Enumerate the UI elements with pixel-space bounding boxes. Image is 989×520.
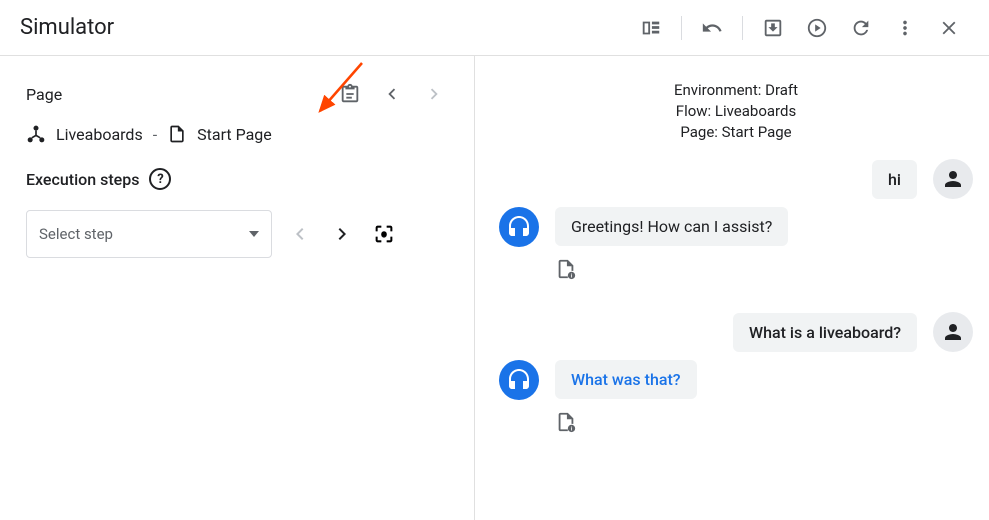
step-controls: Select step [26, 210, 448, 258]
chevron-right-icon [330, 222, 354, 246]
page-icon [167, 124, 187, 144]
headset-icon [507, 215, 531, 239]
center-focus-icon [373, 223, 395, 245]
close-button[interactable] [929, 8, 969, 48]
play-button[interactable] [797, 8, 837, 48]
bot-message-bubble[interactable]: What was that? [555, 360, 697, 399]
user-avatar [933, 312, 973, 352]
help-button[interactable]: ? [149, 168, 171, 190]
user-avatar [933, 159, 973, 199]
breadcrumb-page[interactable]: Start Page [197, 125, 272, 144]
refresh-button[interactable] [841, 8, 881, 48]
clipboard-icon [339, 83, 361, 105]
more-vert-icon [894, 17, 916, 39]
save-button[interactable] [753, 8, 793, 48]
toggle-panel-button[interactable] [631, 8, 671, 48]
chevron-right-icon [423, 83, 445, 105]
select-step-placeholder: Select step [39, 225, 113, 243]
context-page: Page: Start Page [499, 122, 973, 143]
bot-message-bubble: Greetings! How can I assist? [555, 207, 788, 246]
context-flow: Flow: Liveaboards [499, 101, 973, 122]
user-message-row: hi [499, 159, 973, 199]
bot-message-row: What was that? i [499, 360, 973, 437]
person-icon [941, 320, 965, 344]
chevron-left-icon [288, 222, 312, 246]
flow-icon [26, 124, 46, 144]
header: Simulator [0, 0, 989, 56]
divider [742, 16, 743, 40]
more-button[interactable] [885, 8, 925, 48]
save-icon [762, 17, 784, 39]
page-prev-button[interactable] [378, 80, 406, 108]
doc-info-icon: i [555, 258, 577, 280]
clipboard-button[interactable] [336, 80, 364, 108]
step-next-button[interactable] [328, 220, 356, 248]
page-nav-icons [336, 80, 448, 108]
refresh-icon [850, 17, 872, 39]
step-prev-button[interactable] [286, 220, 314, 248]
panel-icon [640, 17, 662, 39]
headset-icon [507, 368, 531, 392]
page-title: Simulator [20, 15, 114, 40]
bot-message-column: What was that? i [555, 360, 697, 437]
chat-panel: Environment: Draft Flow: Liveaboards Pag… [475, 56, 989, 520]
play-circle-icon [806, 17, 828, 39]
header-actions [631, 8, 969, 48]
breadcrumb-flow[interactable]: Liveaboards [56, 125, 143, 144]
divider [681, 16, 682, 40]
breadcrumb: Liveaboards - Start Page [26, 124, 448, 144]
caret-down-icon [249, 231, 259, 237]
breadcrumb-separator: - [153, 125, 157, 144]
left-panel: Page Liveaboards - Start Page Execution [0, 56, 475, 520]
chevron-left-icon [381, 83, 403, 105]
user-message-row: What is a liveaboard? [499, 312, 973, 352]
response-info-button[interactable]: i [555, 411, 697, 437]
bot-message-column: Greetings! How can I assist? i [555, 207, 788, 284]
close-icon [938, 17, 960, 39]
undo-icon [701, 17, 723, 39]
bot-avatar [499, 360, 539, 400]
user-message-bubble: hi [872, 160, 917, 199]
exec-label: Execution steps [26, 170, 139, 189]
page-section-header: Page [26, 80, 448, 108]
person-icon [941, 167, 965, 191]
undo-button[interactable] [692, 8, 732, 48]
context-info: Environment: Draft Flow: Liveaboards Pag… [499, 80, 973, 143]
user-message-bubble: What is a liveaboard? [733, 313, 917, 352]
main: Page Liveaboards - Start Page Execution [0, 56, 989, 520]
response-info-button[interactable]: i [555, 258, 788, 284]
help-icon: ? [157, 172, 163, 187]
focus-button[interactable] [370, 220, 398, 248]
exec-steps-header: Execution steps ? [26, 168, 448, 190]
bot-avatar [499, 207, 539, 247]
select-step-dropdown[interactable]: Select step [26, 210, 272, 258]
page-label: Page [26, 85, 62, 104]
page-next-button[interactable] [420, 80, 448, 108]
doc-info-icon: i [555, 411, 577, 433]
context-environment: Environment: Draft [499, 80, 973, 101]
bot-message-row: Greetings! How can I assist? i [499, 207, 973, 284]
